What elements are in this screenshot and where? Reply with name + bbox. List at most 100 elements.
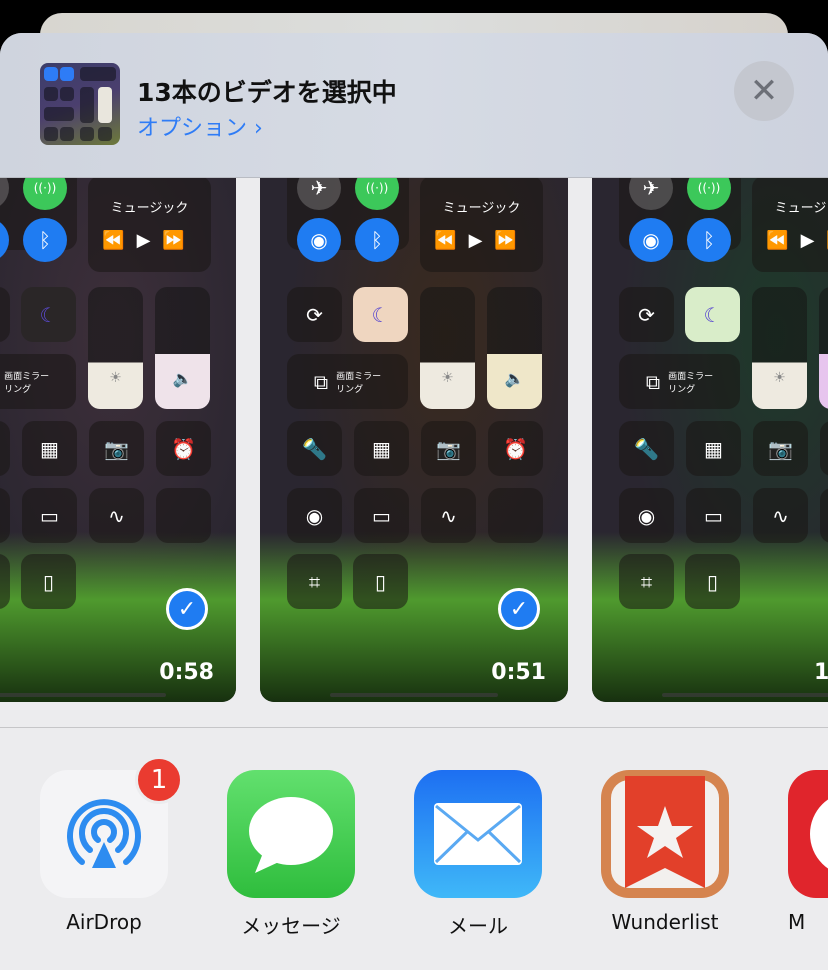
voice-memo-icon: ∿ [89, 488, 144, 543]
video-duration: 0:58 [159, 660, 214, 685]
alarm-icon: ⏰ [488, 421, 543, 476]
flashlight-icon: 🔦 [619, 421, 674, 476]
share-header: 13本のビデオを選択中 オプション › ✕ [0, 33, 828, 178]
page-title: 13本のビデオを選択中 [137, 78, 397, 107]
home-indicator [330, 693, 498, 697]
close-button[interactable]: ✕ [734, 61, 794, 121]
low-power-icon: ▭ [686, 488, 741, 543]
camera-icon: 📷 [89, 421, 144, 476]
empty-tile [488, 488, 543, 543]
volume-slider: 🔈 [487, 287, 542, 409]
calculator-icon: ▦ [354, 421, 409, 476]
low-power-icon: ▭ [354, 488, 409, 543]
music-tile: ミュージック ⏪▶⏩ [752, 178, 828, 272]
selection-thumbnail [40, 63, 120, 145]
screen-mirroring-tile: ⧉画面ミラー リング [0, 354, 76, 409]
mirroring-label: 画面ミラー リング [336, 371, 382, 395]
app-mail[interactable]: メール [414, 770, 542, 938]
video-duration: 1 [814, 660, 828, 685]
brightness-slider: ☀ [752, 287, 807, 409]
qr-scanner-icon: ⌗ [619, 554, 674, 609]
empty-tile [820, 488, 828, 543]
close-icon: ✕ [749, 71, 779, 111]
brightness-slider: ☀ [420, 287, 475, 409]
calculator-icon: ▦ [22, 421, 77, 476]
video-strip[interactable]: ✈((·))◉ᛒミュージック⏪▶⏩⟳☾☀🔈⧉画面ミラー リング🔦▦📷⏰◉▭∿⌗▯… [0, 178, 828, 703]
share-sheet: 13本のビデオを選択中 オプション › ✕ ✈((·))◉ᛒミュージック⏪▶⏩⟳… [0, 33, 828, 970]
brightness-icon: ☀ [109, 370, 122, 386]
music-tile: ミュージック ⏪▶⏩ [420, 178, 543, 272]
remote-icon: ▯ [21, 554, 76, 609]
screen-record-icon: ◉ [0, 488, 10, 543]
remote-icon: ▯ [685, 554, 740, 609]
voice-memo-icon: ∿ [753, 488, 808, 543]
do-not-disturb-icon: ☾ [21, 287, 76, 342]
app-airdrop[interactable]: 1 AirDrop [40, 756, 183, 934]
rotation-lock-icon: ⟳ [0, 287, 10, 342]
video-thumbnail[interactable]: ✈((·))◉ᛒミュージック⏪▶⏩⟳☾☀🔈⧉画面ミラー リング🔦▦📷⏰◉▭∿⌗▯… [260, 178, 568, 702]
qr-scanner-icon: ⌗ [287, 554, 342, 609]
app-label: メール [448, 914, 508, 938]
app-wunderlist[interactable]: Wunderlist [601, 770, 729, 934]
calculator-icon: ▦ [686, 421, 741, 476]
bluetooth-icon: ᛒ [23, 218, 67, 262]
screen-mirroring-tile: ⧉ 画面ミラー リング [619, 354, 740, 409]
playback-controls: ⏪▶⏩ [102, 230, 197, 251]
wifi-icon: ◉ [297, 218, 341, 262]
remote-icon: ▯ [353, 554, 408, 609]
divider [0, 727, 828, 728]
video-duration: 0:51 [491, 660, 546, 685]
video-thumbnail[interactable]: ✈((·))◉ᛒミュージック⏪▶⏩⟳☾☀🔈⧉画面ミラー リング🔦▦📷⏰◉▭∿⌗▯… [0, 178, 236, 702]
bluetooth-icon: ᛒ [355, 218, 399, 262]
do-not-disturb-icon: ☾ [685, 287, 740, 342]
rotation-lock-icon: ⟳ [619, 287, 674, 342]
wifi-icon: ◉ [629, 218, 673, 262]
flashlight-icon: 🔦 [0, 421, 10, 476]
qr-scanner-icon: ⌗ [0, 554, 10, 609]
empty-tile [156, 488, 211, 543]
app-label: メッセージ [241, 914, 341, 938]
mirroring-label: 画面ミラー リング [668, 371, 714, 395]
music-label: ミュージック [774, 201, 828, 216]
volume-slider: 🔈 [819, 287, 828, 409]
mail-icon [414, 770, 542, 898]
music-tile: ミュージック ⏪▶⏩ [88, 178, 211, 272]
playback-controls: ⏪▶⏩ [434, 230, 529, 251]
brightness-icon: ☀ [773, 370, 786, 386]
selected-checkmark-icon[interactable]: ✓ [166, 588, 208, 630]
screen-record-icon: ◉ [287, 488, 342, 543]
flashlight-icon: 🔦 [287, 421, 342, 476]
home-indicator [0, 693, 166, 697]
app-label: M [788, 910, 806, 934]
bluetooth-icon: ᛒ [687, 218, 731, 262]
brightness-slider: ☀ [88, 287, 143, 409]
screen-mirroring-icon: ⧉ [645, 369, 661, 394]
wunderlist-icon [601, 770, 729, 898]
brightness-icon: ☀ [441, 370, 454, 386]
screen-record-icon: ◉ [619, 488, 674, 543]
app-icon [788, 770, 828, 898]
options-link[interactable]: オプション › [137, 110, 263, 142]
app-messages[interactable]: メッセージ [227, 770, 355, 938]
screen-mirroring-icon: ⧉ [313, 369, 329, 394]
playback-controls: ⏪▶⏩ [766, 230, 828, 251]
selected-checkmark-icon[interactable]: ✓ [498, 588, 540, 630]
do-not-disturb-icon: ☾ [353, 287, 408, 342]
music-label: ミュージック [442, 201, 521, 216]
volume-slider: 🔈 [155, 287, 210, 409]
rotation-lock-icon: ⟳ [287, 287, 342, 342]
low-power-icon: ▭ [22, 488, 77, 543]
music-label: ミュージック [110, 201, 189, 216]
messages-icon [227, 770, 355, 898]
mirroring-label: 画面ミラー リング [4, 371, 50, 395]
app-partial[interactable]: M [788, 770, 828, 934]
screen-mirroring-tile: ⧉ 画面ミラー リング [287, 354, 408, 409]
app-label: Wunderlist [611, 910, 719, 934]
notification-badge: 1 [135, 756, 183, 804]
video-thumbnail[interactable]: ✈((·))◉ᛒミュージック⏪▶⏩⟳☾☀🔈⧉画面ミラー リング🔦▦📷⏰◉▭∿⌗▯… [592, 178, 828, 702]
home-indicator [662, 693, 828, 697]
app-label: AirDrop [66, 910, 142, 934]
alarm-icon: ⏰ [820, 421, 828, 476]
voice-memo-icon: ∿ [421, 488, 476, 543]
camera-icon: 📷 [753, 421, 808, 476]
